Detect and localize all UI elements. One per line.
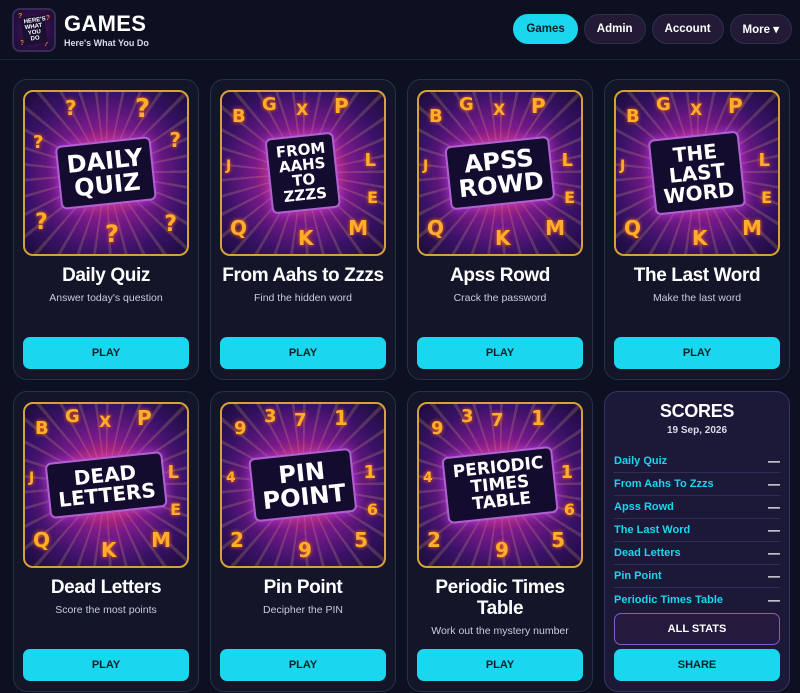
score-game-name[interactable]: Pin Point (614, 570, 662, 582)
games-grid: ? ? ? ? ? ? ? DAILY QUIZ Daily Quiz Answ… (13, 79, 793, 692)
scores-title: SCORES (659, 401, 735, 421)
game-title: Daily Quiz (62, 265, 150, 286)
game-art[interactable]: B G X P J L E Q K M DEAD LETTERS (23, 402, 189, 568)
page-title: GAMES (64, 10, 147, 36)
play-button[interactable]: PLAY (23, 649, 189, 681)
score-list: Daily Quiz — From Aahs To Zzzs — Apss Rowd… (614, 450, 780, 611)
score-row: Daily Quiz — (614, 450, 780, 473)
score-game-name[interactable]: Periodic Times Table (614, 594, 723, 606)
nav-admin-button[interactable]: Admin (583, 14, 646, 44)
play-button[interactable]: PLAY (614, 337, 780, 369)
score-row: Pin Point — (614, 565, 780, 588)
score-value: — (768, 592, 780, 607)
play-button[interactable]: PLAY (417, 337, 583, 369)
game-card-apss-rowd: B G X P J L E Q K M APSS ROWD Apss Rowd … (407, 79, 593, 380)
share-button[interactable]: SHARE (614, 649, 780, 681)
game-art-title: PIN POINT (248, 447, 358, 523)
game-art-title: APSS ROWD (444, 135, 556, 211)
game-art-title: FROM AAHS TO ZZZS (264, 131, 342, 215)
game-card-pin-point: 9 3 7 1 4 1 6 2 9 5 PIN POINT Pin Point … (210, 391, 396, 692)
nav-more-button[interactable]: More ▾ (729, 14, 792, 44)
nav-games-button[interactable]: Games (513, 14, 578, 44)
app-header: ? ? ? ? HERE'S WHAT YOU DO GAMES Here's … (0, 0, 800, 60)
score-value: — (768, 546, 780, 560)
game-card-daily-quiz: ? ? ? ? ? ? ? DAILY QUIZ Daily Quiz Answ… (13, 79, 199, 380)
game-title: From Aahs to Zzzs (222, 265, 384, 286)
game-title: Pin Point (263, 577, 343, 598)
score-row: Dead Letters — (614, 542, 780, 565)
scores-date: 19 Sep, 2026 (666, 425, 728, 436)
game-description: Find the hidden word (253, 292, 353, 304)
score-value: — (768, 523, 780, 537)
play-button[interactable]: PLAY (220, 649, 386, 681)
game-art[interactable]: ? ? ? ? ? ? ? DAILY QUIZ (23, 90, 189, 256)
score-row: The Last Word — (614, 519, 780, 542)
game-card-the-last-word: B G X P J L E Q K M THE LAST WORD The La… (604, 79, 790, 380)
game-card-dead-letters: B G X P J L E Q K M DEAD LETTERS Dead Le… (13, 391, 199, 692)
play-button[interactable]: PLAY (23, 337, 189, 369)
play-button[interactable]: PLAY (220, 337, 386, 369)
game-card-from-aahs-to-zzzs: B G X P J L E Q K M FROM AAHS TO ZZZS Fr… (210, 79, 396, 380)
game-art-title: DAILY QUIZ (54, 136, 158, 210)
score-row: Apss Rowd — (614, 496, 780, 519)
logo-text: HERE'S WHAT YOU DO (20, 13, 48, 46)
all-stats-button[interactable]: ALL STATS (614, 613, 780, 645)
app-logo[interactable]: ? ? ? ? HERE'S WHAT YOU DO (12, 7, 56, 52)
game-art[interactable]: 9 3 7 1 4 1 6 2 9 5 PERIODIC TIMES TABLE (417, 402, 583, 568)
game-card-periodic-times-table: 9 3 7 1 4 1 6 2 9 5 PERIODIC TIMES TABLE… (407, 391, 593, 692)
score-value: — (768, 500, 780, 514)
score-game-name[interactable]: Daily Quiz (614, 455, 667, 467)
game-art[interactable]: B G X P J L E Q K M THE LAST WORD (614, 90, 780, 256)
game-description: Score the most points (55, 604, 157, 616)
score-value: — (768, 477, 780, 491)
play-button[interactable]: PLAY (417, 649, 583, 681)
score-game-name[interactable]: Apss Rowd (614, 501, 674, 513)
game-art[interactable]: 9 3 7 1 4 1 6 2 9 5 PIN POINT (220, 402, 386, 568)
nav-account-button[interactable]: Account (651, 14, 724, 44)
game-title: Dead Letters (50, 577, 162, 598)
score-value: — (768, 454, 780, 468)
top-nav: Games Admin Account More ▾ (513, 14, 792, 44)
score-row: Periodic Times Table — (614, 588, 780, 611)
score-game-name[interactable]: Dead Letters (614, 547, 681, 559)
game-art[interactable]: B G X P J L E Q K M APSS ROWD (417, 90, 583, 256)
game-description: Crack the password (453, 292, 547, 304)
game-title: The Last Word (633, 265, 761, 286)
game-art-title: PERIODIC TIMES TABLE (441, 445, 559, 525)
game-description: Work out the mystery number (431, 625, 569, 637)
scores-panel: SCORES 19 Sep, 2026 Daily Quiz — From Aah… (604, 391, 790, 692)
game-art-title: THE LAST WORD (647, 130, 747, 216)
page-subtitle: Here's What You Do (64, 37, 149, 48)
game-art-title: DEAD LETTERS (44, 451, 168, 519)
game-description: Decipher the PIN (263, 604, 343, 616)
game-description: Make the last word (652, 292, 742, 304)
game-description: Answer today's question (49, 292, 163, 304)
game-title: Apss Rowd (450, 265, 550, 286)
score-game-name[interactable]: From Aahs To Zzzs (614, 478, 714, 490)
score-game-name[interactable]: The Last Word (614, 524, 690, 536)
score-value: — (768, 569, 780, 583)
score-row: From Aahs To Zzzs — (614, 473, 780, 496)
game-art[interactable]: B G X P J L E Q K M FROM AAHS TO ZZZS (220, 90, 386, 256)
game-title: Periodic Times Table (435, 577, 565, 619)
